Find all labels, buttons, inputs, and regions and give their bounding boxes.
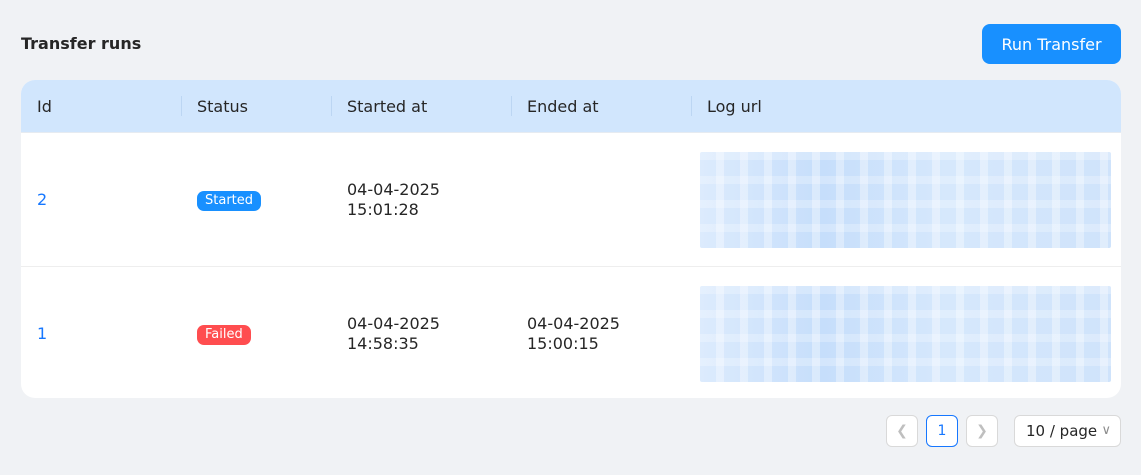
status-badge: Started bbox=[197, 190, 262, 211]
column-header-status[interactable]: Status bbox=[181, 80, 331, 132]
log-url-redacted[interactable] bbox=[700, 285, 1111, 382]
page-size-select[interactable]: 10 / page ∨ bbox=[1014, 415, 1121, 447]
chevron-down-icon: ∨ bbox=[1101, 423, 1111, 438]
column-header-id[interactable]: Id bbox=[21, 80, 181, 132]
status-badge: Failed bbox=[197, 324, 251, 345]
table-row: 2 Started 04-04-2025 15:01:28 bbox=[21, 133, 1121, 267]
pagination-page-button[interactable]: 1 bbox=[926, 415, 958, 447]
started-time: 15:01:28 bbox=[347, 199, 419, 219]
table-row: 1 Failed 04-04-2025 14:58:35 04-04-2025 … bbox=[21, 267, 1121, 398]
page-title: Transfer runs bbox=[21, 34, 142, 53]
started-date: 04-04-2025 bbox=[347, 313, 440, 333]
log-url-redacted[interactable] bbox=[700, 151, 1111, 248]
chevron-left-icon: ❮ bbox=[896, 423, 908, 439]
started-time: 14:58:35 bbox=[347, 333, 419, 353]
page-size-value: 10 / page bbox=[1026, 422, 1098, 440]
pagination-prev-button[interactable]: ❮ bbox=[886, 415, 918, 447]
run-transfer-button[interactable]: Run Transfer bbox=[982, 24, 1121, 64]
cell-ended-at: 04-04-2025 15:00:15 bbox=[511, 314, 691, 354]
table-header: Id Status Started at Ended at Log url bbox=[21, 80, 1121, 133]
run-id-link[interactable]: 1 bbox=[37, 324, 47, 343]
ended-time: 15:00:15 bbox=[527, 333, 599, 353]
run-id-link[interactable]: 2 bbox=[37, 190, 47, 209]
cell-log-url bbox=[691, 285, 1121, 382]
cell-started-at: 04-04-2025 14:58:35 bbox=[331, 314, 511, 354]
column-header-started-at[interactable]: Started at bbox=[331, 80, 511, 132]
cell-status: Failed bbox=[181, 323, 331, 345]
cell-id: 2 bbox=[21, 190, 181, 210]
cell-log-url bbox=[691, 151, 1121, 248]
column-header-log-url[interactable]: Log url bbox=[691, 80, 1121, 132]
chevron-right-icon: ❯ bbox=[976, 423, 988, 439]
started-date: 04-04-2025 bbox=[347, 179, 440, 199]
pagination-next-button[interactable]: ❯ bbox=[966, 415, 998, 447]
cell-started-at: 04-04-2025 15:01:28 bbox=[331, 180, 511, 220]
cell-status: Started bbox=[181, 189, 331, 211]
ended-date: 04-04-2025 bbox=[527, 313, 620, 333]
transfer-runs-table: Id Status Started at Ended at Log url 2 … bbox=[21, 80, 1121, 398]
cell-id: 1 bbox=[21, 324, 181, 344]
column-header-ended-at[interactable]: Ended at bbox=[511, 80, 691, 132]
